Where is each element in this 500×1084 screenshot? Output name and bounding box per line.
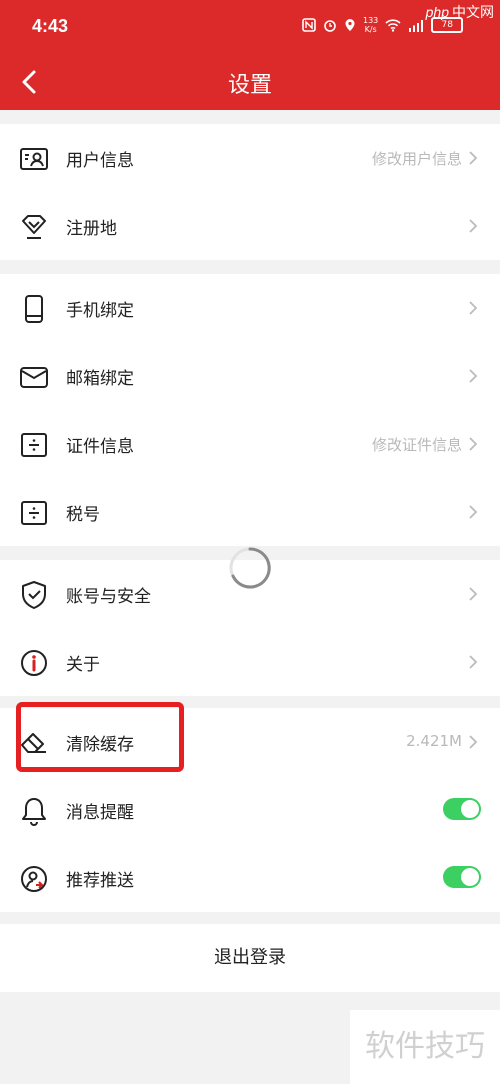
shield-check-icon (22, 581, 46, 609)
chevron-right-icon (469, 437, 478, 451)
network-speed: 133 K/s (363, 16, 378, 34)
nfc-icon (302, 18, 316, 32)
chevron-right-icon (469, 587, 478, 601)
settings-row-recommend-push[interactable]: 推荐推送 (0, 844, 500, 912)
settings-row-phone-binding[interactable]: 手机绑定 (0, 274, 500, 342)
loading-spinner (229, 547, 271, 589)
highlight-annotation-box (16, 702, 184, 772)
settings-row-label: 推荐推送 (66, 871, 134, 891)
alarm-icon (324, 20, 336, 32)
watermark-bottom: 软件技巧 (350, 1010, 500, 1084)
settings-row-label: 税号 (66, 505, 100, 525)
settings-row-user-info[interactable]: 用户信息 修改用户信息 (0, 124, 500, 192)
logout-button[interactable]: 退出登录 (0, 924, 500, 992)
settings-row-label: 账号与安全 (66, 587, 151, 607)
chevron-right-icon (469, 369, 478, 383)
settings-row-tax-number[interactable]: 税号 (0, 478, 500, 546)
settings-row-label: 证件信息 (66, 437, 134, 457)
document-icon (21, 433, 47, 457)
tax-icon (21, 501, 47, 525)
status-time: 4:43 (32, 16, 69, 36)
network-speed-value: 133 (363, 16, 379, 25)
settings-row-label: 手机绑定 (66, 301, 134, 321)
settings-row-value: 修改用户信息 (371, 150, 462, 168)
recommend-user-icon (21, 866, 47, 892)
settings-group-bindings: 手机绑定 邮箱绑定 证件信息 修改证件信息 税号 (0, 274, 500, 546)
settings-row-message-reminder[interactable]: 消息提醒 (0, 776, 500, 844)
chevron-right-icon (469, 505, 478, 519)
message-reminder-toggle[interactable] (443, 798, 481, 820)
location-icon (345, 19, 355, 31)
navigation-bar: 设置 (0, 56, 500, 110)
network-speed-unit: K/s (364, 25, 377, 34)
info-icon (21, 650, 47, 676)
chevron-right-icon (469, 219, 478, 233)
settings-row-label: 用户信息 (66, 151, 134, 171)
page-title: 设置 (227, 73, 272, 98)
mail-icon (20, 367, 48, 388)
bell-icon (22, 798, 46, 826)
watermark-text: 中文网 (452, 4, 494, 20)
settings-group-profile: 用户信息 修改用户信息 注册地 (0, 124, 500, 260)
chevron-right-icon (469, 655, 478, 669)
settings-row-email-binding[interactable]: 邮箱绑定 (0, 342, 500, 410)
location-diamond-icon (22, 215, 46, 239)
phone-icon (25, 295, 43, 323)
chevron-right-icon (469, 735, 478, 749)
settings-row-label: 注册地 (66, 219, 117, 239)
recommend-push-toggle[interactable] (443, 866, 481, 888)
chevron-right-icon (469, 301, 478, 315)
settings-row-about[interactable]: 关于 (0, 628, 500, 696)
toggle-knob (461, 800, 479, 818)
settings-row-label: 邮箱绑定 (66, 369, 134, 389)
wifi-icon (385, 18, 401, 32)
settings-row-value: 修改证件信息 (371, 436, 462, 454)
watermark-top: php 中文网 (426, 2, 494, 22)
settings-row-label: 消息提醒 (66, 803, 134, 823)
settings-row-id-info[interactable]: 证件信息 修改证件信息 (0, 410, 500, 478)
settings-row-value: 2.421M (406, 732, 462, 750)
watermark-brand: php (425, 4, 449, 20)
settings-row-label: 关于 (66, 655, 100, 675)
status-bar: 4:43 133 K/s 78 php 中文网 (0, 0, 500, 56)
chevron-right-icon (469, 151, 478, 165)
id-card-icon (20, 148, 48, 170)
toggle-knob (461, 868, 479, 886)
signal-icon (409, 19, 424, 32)
settings-row-registration-place[interactable]: 注册地 (0, 192, 500, 260)
